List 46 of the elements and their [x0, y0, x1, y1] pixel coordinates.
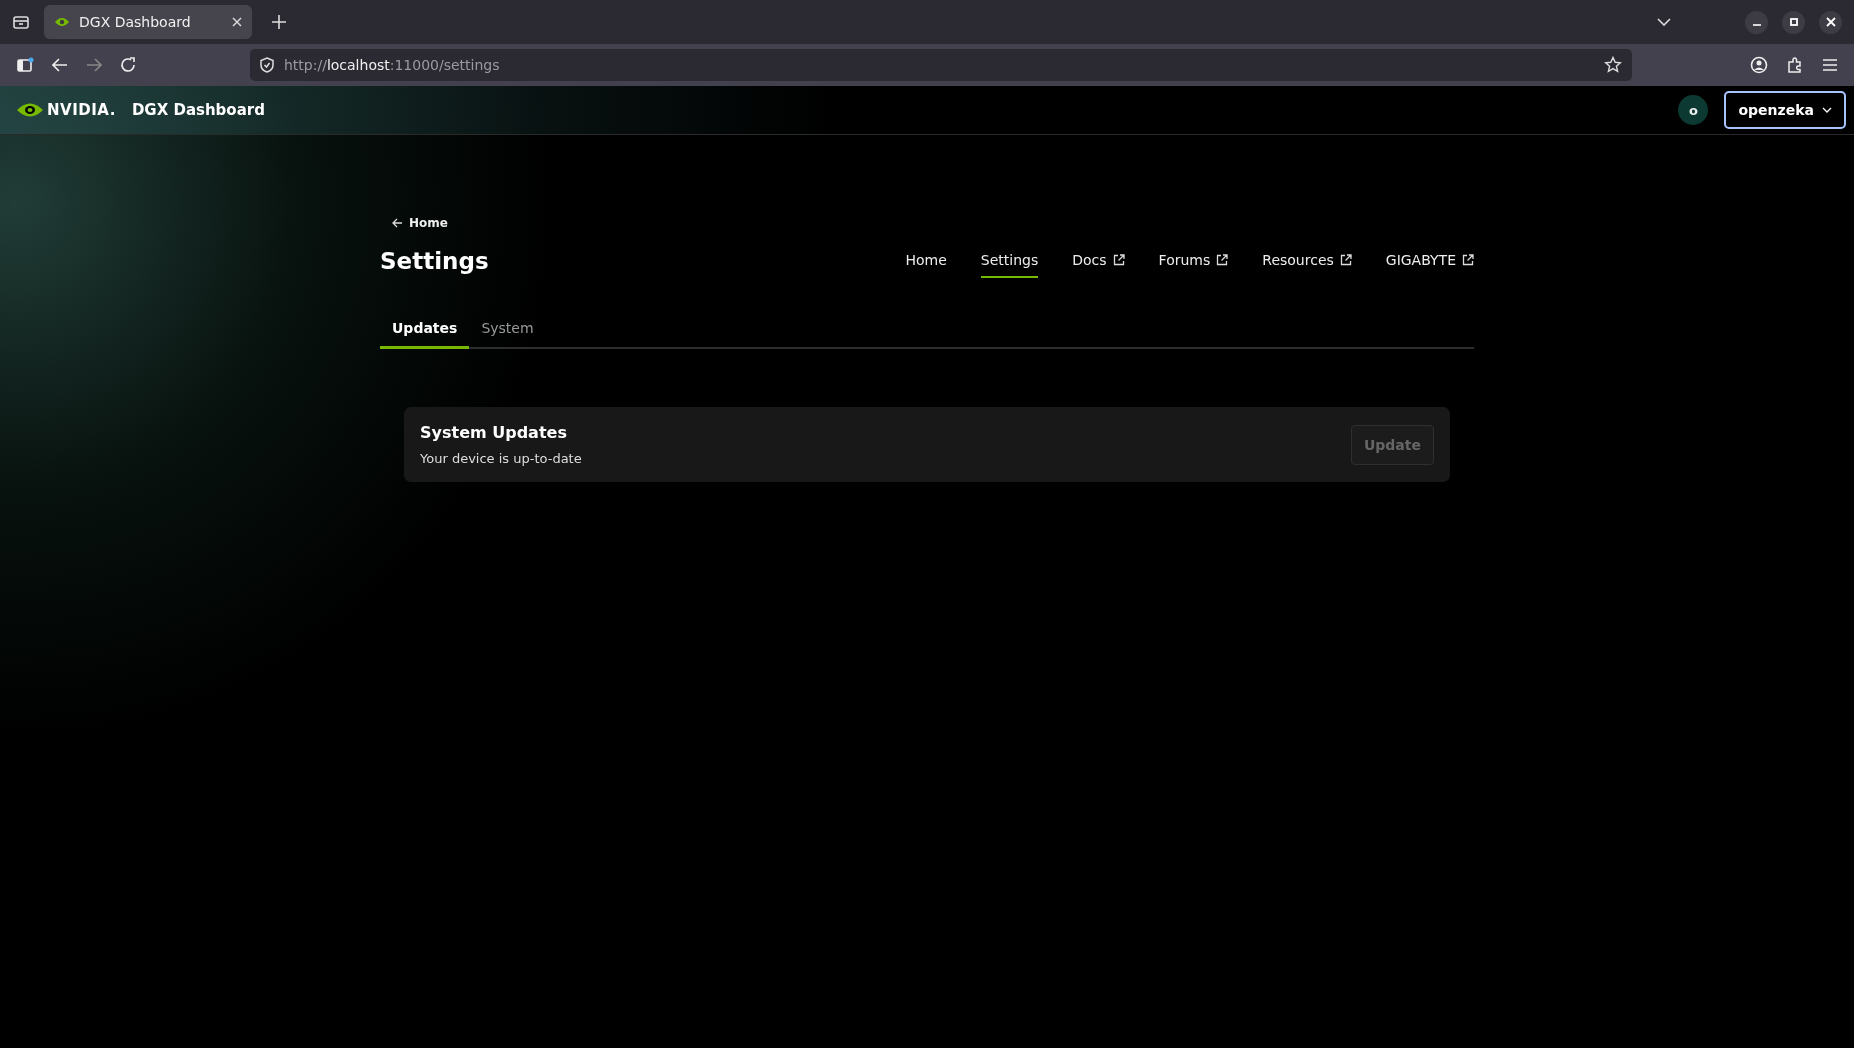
nav-link[interactable]: Forums	[1158, 244, 1229, 278]
arrow-left-icon	[392, 218, 403, 228]
nav-link[interactable]: Docs	[1072, 244, 1125, 278]
app-title: DGX Dashboard	[131, 101, 265, 119]
close-icon[interactable]	[232, 17, 242, 27]
nav-link[interactable]: Home	[905, 244, 947, 278]
url-text: http://localhost:11000/settings	[284, 57, 500, 73]
menu-icon[interactable]	[1822, 58, 1838, 72]
page-title: Settings	[380, 248, 489, 274]
user-menu-button[interactable]: openzeka	[1724, 91, 1846, 129]
nvidia-logo[interactable]: NVIDIA.	[16, 101, 116, 119]
shield-icon	[260, 57, 274, 73]
maximize-button[interactable]	[1782, 10, 1805, 34]
user-avatar: o	[1678, 95, 1709, 125]
chevron-down-icon	[1822, 107, 1832, 113]
minimize-icon	[1751, 24, 1762, 26]
puzzle-icon[interactable]	[1786, 56, 1804, 74]
settings-tab[interactable]: Updates	[380, 310, 470, 349]
back-icon[interactable]	[52, 58, 68, 72]
sidebar-icon[interactable]	[16, 57, 34, 73]
settings-tab[interactable]: System	[469, 310, 546, 349]
new-tab-icon[interactable]	[272, 15, 286, 29]
maximize-icon	[1788, 17, 1799, 27]
external-link-icon	[1462, 254, 1474, 266]
account-icon[interactable]	[1750, 56, 1768, 74]
external-link-icon	[1216, 254, 1229, 266]
close-window-button[interactable]	[1819, 10, 1842, 34]
nav-link[interactable]: Resources	[1262, 244, 1352, 278]
star-icon[interactable]	[1604, 56, 1622, 74]
browser-tab[interactable]: DGX Dashboard	[44, 5, 252, 39]
close-icon	[1825, 17, 1836, 27]
minimize-button[interactable]	[1745, 10, 1768, 34]
tab-title: DGX Dashboard	[79, 14, 192, 30]
external-link-icon	[1112, 254, 1125, 266]
forward-icon[interactable]	[86, 58, 102, 72]
address-bar[interactable]: http://localhost:11000/settings	[250, 49, 1632, 81]
update-status: Your device is up-to-date	[420, 451, 582, 466]
nav-link[interactable]: Settings	[980, 244, 1039, 278]
eye-logo-icon	[54, 16, 70, 28]
reload-icon[interactable]	[120, 57, 136, 73]
card-title: System Updates	[420, 423, 568, 442]
external-link-icon	[1339, 254, 1352, 266]
nav-link[interactable]: GIGABYTE	[1385, 244, 1474, 278]
chevron-down-icon[interactable]	[1657, 18, 1671, 26]
tab-list-icon[interactable]	[12, 14, 30, 30]
back-link[interactable]: Home	[392, 216, 448, 230]
